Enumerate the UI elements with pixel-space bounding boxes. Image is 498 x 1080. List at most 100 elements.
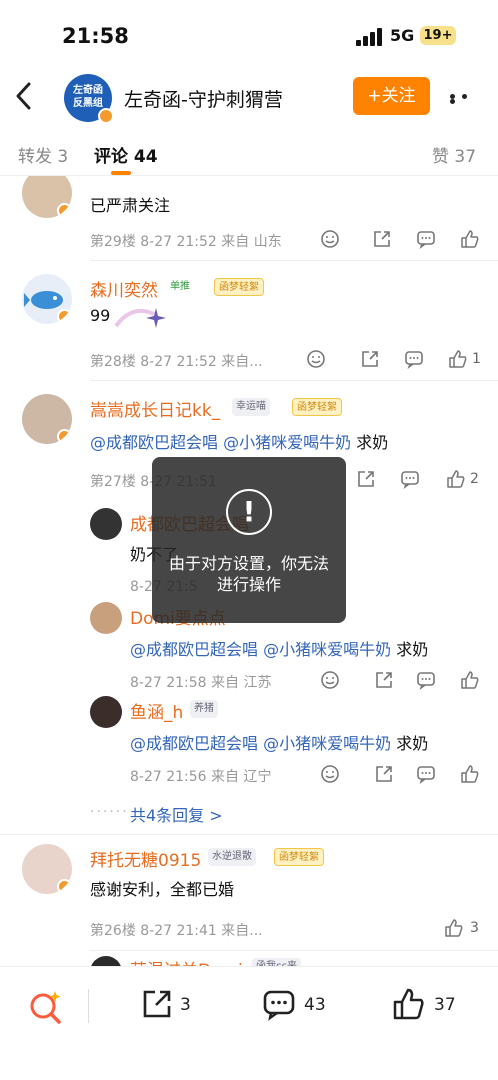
comment-meta: 第29楼 8-27 21:52 来自 山东 — [90, 234, 282, 250]
comment-text: 99 — [90, 306, 111, 325]
divider — [0, 834, 498, 835]
back-arrow-icon[interactable] — [12, 80, 36, 112]
like-icon[interactable] — [460, 764, 480, 784]
divider — [90, 950, 498, 951]
comment-count: 43 — [304, 995, 326, 1015]
smiley-icon[interactable] — [320, 670, 340, 690]
comment-body: 求奶 — [356, 433, 389, 452]
divider — [90, 380, 498, 381]
reply-text: @成都欧巴超会唱 @小猪咪爱喝牛奶 求奶 — [130, 730, 428, 754]
bottom-bar: 3 43 37 — [0, 966, 498, 1080]
like-count: 2 — [470, 471, 479, 487]
page-title[interactable]: 左奇函-守护刺猬营 — [124, 85, 283, 112]
repost-icon[interactable] — [140, 987, 174, 1021]
comment-icon[interactable] — [416, 764, 436, 784]
comment-text: @成都欧巴超会唱 @小猪咪爱喝牛奶 求奶 — [90, 429, 388, 453]
verified-badge-icon — [57, 309, 72, 324]
smiley-icon[interactable] — [320, 229, 340, 249]
more-replies-link[interactable]: 共4条回复 > — [130, 802, 223, 826]
mention-link[interactable]: @成都欧巴超会唱 — [130, 734, 258, 753]
verified-badge-icon — [57, 203, 72, 218]
comment-text: 已严肃关注 — [90, 196, 171, 215]
reply-username[interactable]: 鱼涵_h — [130, 698, 183, 723]
share-icon[interactable] — [372, 229, 392, 249]
more-options-icon[interactable] — [450, 94, 482, 104]
avatar[interactable] — [22, 274, 72, 324]
mention-link[interactable]: @小猪咪爱喝牛奶 — [223, 433, 351, 452]
like-icon[interactable] — [460, 229, 480, 249]
network-label: 5G — [390, 26, 415, 45]
comment-icon[interactable] — [400, 469, 420, 489]
follow-button[interactable]: +关注 — [353, 77, 430, 115]
comment-meta: 第28楼 8-27 21:52 来自... — [90, 354, 263, 370]
header: 左奇函反黑组 左奇函-守护刺猬营 +关注 — [0, 68, 498, 124]
divider — [88, 989, 89, 1023]
avatar[interactable] — [22, 176, 72, 218]
fan-badge: 单推 — [170, 281, 190, 292]
comment-username[interactable]: 拜托无糖0915 — [90, 846, 201, 871]
reply-meta: 8-27 21:58 来自 江苏 — [130, 675, 272, 691]
share-icon[interactable] — [360, 349, 380, 369]
like-count: 1 — [472, 351, 481, 367]
reply-avatar[interactable] — [90, 696, 122, 728]
verified-badge-icon — [98, 108, 114, 124]
fan-club-badge: 函梦轻絮 — [214, 278, 264, 296]
header-avatar[interactable]: 左奇函反黑组 — [64, 74, 114, 124]
reply-text: @成都欧巴超会唱 @小猪咪爱喝牛奶 求奶 — [130, 636, 428, 660]
comment-icon[interactable] — [416, 229, 436, 249]
reply-body: 求奶 — [396, 640, 429, 659]
tab-bar: 转发 3 评论 44 赞 37 — [0, 124, 498, 176]
tab-reposts[interactable]: 转发 3 — [18, 142, 68, 167]
like-icon[interactable] — [444, 918, 464, 938]
mention-link[interactable]: @小猪咪爱喝牛奶 — [263, 734, 391, 753]
sticker-decoration — [114, 308, 166, 328]
signal-icon — [356, 28, 382, 46]
share-icon[interactable] — [374, 764, 394, 784]
like-icon[interactable] — [392, 987, 426, 1021]
tab-likes[interactable]: 赞 37 — [432, 142, 476, 167]
smiley-icon[interactable] — [306, 349, 326, 369]
comment-text: 感谢安利，全都已婚 — [90, 880, 235, 899]
mention-link[interactable]: @成都欧巴超会唱 — [90, 433, 218, 452]
fan-club-badge: 函梦轻絮 — [274, 848, 324, 866]
reply-avatar[interactable] — [90, 508, 122, 540]
repost-count: 3 — [180, 995, 191, 1015]
avatar[interactable] — [90, 956, 122, 966]
divider — [90, 260, 498, 261]
comment-username[interactable]: 萌混过关Domi — [130, 956, 243, 966]
verified-badge-icon — [57, 879, 72, 894]
like-icon[interactable] — [446, 469, 466, 489]
fan-club-badge: 函梦轻絮 — [292, 398, 342, 416]
smiley-icon[interactable] — [320, 764, 340, 784]
comment-icon[interactable] — [416, 670, 436, 690]
verified-badge-icon — [57, 429, 72, 444]
exclamation-icon: ! — [226, 489, 272, 535]
reply-avatar[interactable] — [90, 602, 122, 634]
comment-icon[interactable] — [262, 987, 296, 1021]
more-replies-dots: ······ — [90, 804, 129, 820]
reply-body: 求奶 — [396, 734, 429, 753]
search-sparkle-icon[interactable] — [28, 989, 64, 1025]
comment-username[interactable]: 森川奕然 — [90, 276, 158, 301]
fan-badge: 水逆退散 — [208, 848, 256, 866]
tab-comments[interactable]: 评论 44 — [94, 142, 158, 167]
status-bar: 21:58 5G 19+ — [0, 0, 498, 68]
battery-icon: 19+ — [420, 26, 456, 45]
mention-link[interactable]: @成都欧巴超会唱 — [130, 640, 258, 659]
tab-underline — [111, 171, 131, 175]
avatar[interactable] — [22, 394, 72, 444]
avatar[interactable] — [22, 844, 72, 894]
mention-link[interactable]: @小猪咪爱喝牛奶 — [263, 640, 391, 659]
share-icon[interactable] — [356, 469, 376, 489]
like-count: 3 — [470, 920, 479, 936]
reply-meta: 8-27 21:56 来自 辽宁 — [130, 769, 272, 785]
comment-icon[interactable] — [404, 349, 424, 369]
comment-username[interactable]: 嵩嵩成长日记kk_ — [90, 396, 220, 421]
like-icon[interactable] — [448, 349, 468, 369]
like-icon[interactable] — [460, 670, 480, 690]
header-avatar-text: 左奇函反黑组 — [73, 85, 103, 109]
fan-badge: 函我cc来 — [252, 958, 301, 966]
like-count: 37 — [434, 995, 456, 1015]
toast-dialog: ! 由于对方设置，你无法进行操作 — [152, 457, 346, 623]
share-icon[interactable] — [374, 670, 394, 690]
